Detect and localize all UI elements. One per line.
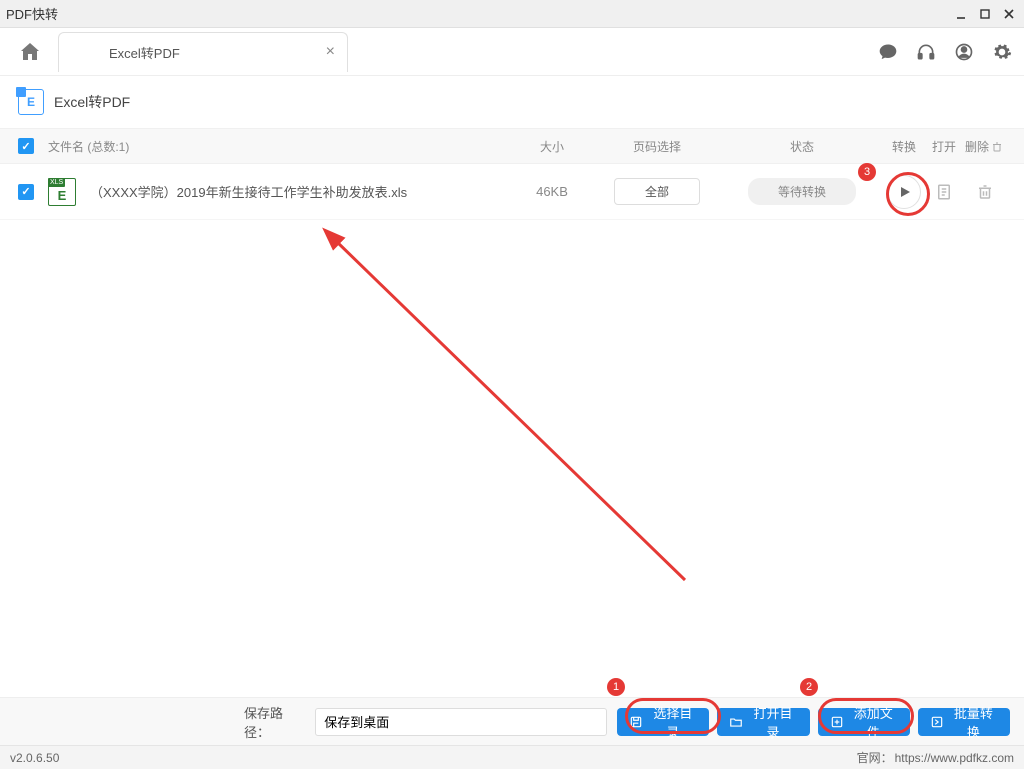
col-pages: 页码选择 <box>592 138 722 155</box>
xls-file-icon: E XLS <box>48 178 76 206</box>
add-file-button[interactable]: 添加文件 <box>818 708 910 736</box>
save-path-input[interactable] <box>315 708 607 736</box>
page-select-button[interactable]: 全部 <box>614 178 700 205</box>
bottom-bar: 保存路径： 选择目录 打开目录 添加文件 批量转换 <box>0 697 1024 745</box>
open-file-button[interactable] <box>931 179 957 205</box>
table-header: 文件名 (总数:1) 大小 页码选择 状态 转换 打开 删除 <box>0 128 1024 164</box>
maximize-button[interactable] <box>976 5 994 23</box>
chat-icon[interactable] <box>876 40 900 64</box>
filename: （XXXX学院）2019年新生接待工作学生补助发放表.xls <box>90 182 407 201</box>
col-delete: 删除 <box>962 138 1006 155</box>
row-checkbox[interactable] <box>18 184 34 200</box>
plus-icon <box>830 715 844 729</box>
page-title: Excel转PDF <box>54 92 130 112</box>
website-label: 官网： <box>857 749 893 766</box>
close-button[interactable] <box>1000 5 1018 23</box>
save-path-label: 保存路径： <box>244 703 307 741</box>
open-dir-button[interactable]: 打开目录 <box>717 708 809 736</box>
user-icon[interactable] <box>952 40 976 64</box>
toolbar: Excel转PDF × <box>0 28 1024 76</box>
toolbar-right <box>876 40 1014 64</box>
window-title: PDF快转 <box>6 4 952 23</box>
col-size: 大小 <box>512 138 592 155</box>
file-size: 46KB <box>512 184 592 199</box>
batch-convert-button[interactable]: 批量转换 <box>918 708 1010 736</box>
page-header: Excel转PDF <box>0 76 1024 128</box>
col-filename: 文件名 (总数:1) <box>48 138 512 155</box>
minimize-button[interactable] <box>952 5 970 23</box>
delete-button[interactable] <box>971 179 997 205</box>
save-icon <box>629 715 643 729</box>
folder-icon <box>729 715 743 729</box>
batch-icon <box>930 715 944 729</box>
select-dir-button[interactable]: 选择目录 <box>617 708 709 736</box>
convert-button[interactable] <box>887 175 921 209</box>
col-convert: 转换 <box>882 138 926 155</box>
select-all-checkbox[interactable] <box>18 138 34 154</box>
home-button[interactable] <box>10 32 50 72</box>
statusbar: v2.0.6.50 官网： https://www.pdfkz.com <box>0 745 1024 769</box>
headphones-icon[interactable] <box>914 40 938 64</box>
tab-close-icon[interactable]: × <box>326 43 335 61</box>
excel-to-pdf-icon <box>18 89 44 115</box>
tab-excel-to-pdf[interactable]: Excel转PDF × <box>58 32 348 72</box>
annotation-badge-1: 1 <box>607 678 625 696</box>
col-open: 打开 <box>926 138 962 155</box>
annotation-badge-2: 2 <box>800 678 818 696</box>
website-url[interactable]: https://www.pdfkz.com <box>895 751 1014 765</box>
titlebar: PDF快转 <box>0 0 1024 28</box>
col-status: 状态 <box>722 138 882 155</box>
tab-label: Excel转PDF <box>109 43 180 62</box>
version-label: v2.0.6.50 <box>10 751 857 765</box>
table-row: E XLS （XXXX学院）2019年新生接待工作学生补助发放表.xls 46K… <box>0 164 1024 220</box>
status-badge: 等待转换 <box>748 178 856 205</box>
window-controls <box>952 5 1018 23</box>
gear-icon[interactable] <box>990 40 1014 64</box>
